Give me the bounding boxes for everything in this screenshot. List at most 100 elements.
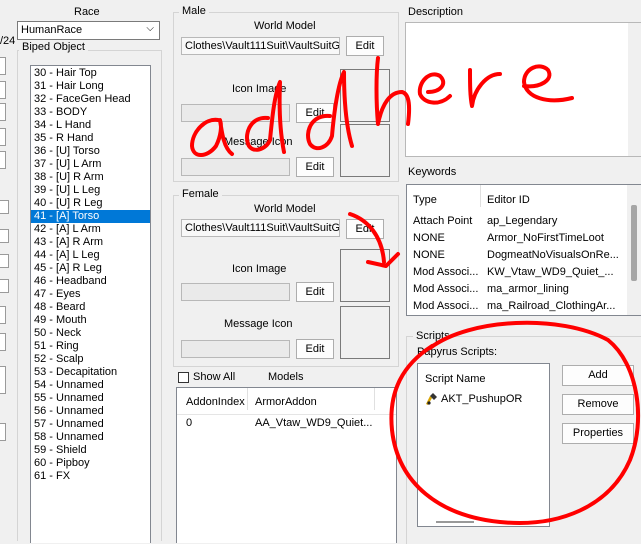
- cutoff-field[interactable]: [0, 81, 6, 99]
- keyword-editor-id: ma_Railroad_ClothingAr...: [487, 300, 616, 312]
- keywords-col-editor-id[interactable]: Editor ID: [487, 194, 530, 206]
- male-message-icon-edit-button[interactable]: Edit: [296, 157, 334, 177]
- biped-list-item[interactable]: 38 - [U] R Arm: [31, 171, 150, 184]
- cutoff-checkbox[interactable]: [0, 200, 9, 214]
- biped-list-item[interactable]: 46 - Headband: [31, 275, 150, 288]
- description-label: Description: [408, 6, 464, 18]
- male-message-icon-field[interactable]: [181, 158, 290, 176]
- models-col-addon-index[interactable]: AddonIndex: [186, 396, 245, 408]
- biped-list-item[interactable]: 30 - Hair Top: [31, 67, 150, 80]
- biped-list-item[interactable]: 56 - Unnamed: [31, 405, 150, 418]
- biped-list-item[interactable]: 40 - [U] R Leg: [31, 197, 150, 210]
- biped-list-item[interactable]: 57 - Unnamed: [31, 418, 150, 431]
- keyword-type: Mod Associ...: [413, 283, 479, 295]
- biped-list-item[interactable]: 61 - FX: [31, 470, 150, 483]
- models-col-armor-addon[interactable]: ArmorAddon: [255, 396, 317, 408]
- table-row[interactable]: 0 AA_Vtaw_WD9_Quiet...: [177, 415, 396, 432]
- biped-list-item[interactable]: 37 - [U] L Arm: [31, 158, 150, 171]
- biped-list-item[interactable]: 43 - [A] R Arm: [31, 236, 150, 249]
- biped-list-item[interactable]: 50 - Neck: [31, 327, 150, 340]
- female-icon-image-edit-button[interactable]: Edit: [296, 282, 334, 302]
- cutoff-field[interactable]: [0, 151, 6, 169]
- cutoff-field[interactable]: [0, 366, 6, 394]
- male-title: Male: [179, 5, 209, 17]
- male-world-model-field[interactable]: Clothes\Vault111Suit\VaultSuitG: [181, 37, 340, 55]
- models-table[interactable]: AddonIndex ArmorAddon 0 AA_Vtaw_WD9_Quie…: [176, 387, 397, 543]
- cutoff-field[interactable]: [0, 306, 6, 324]
- biped-list-item[interactable]: 60 - Pipboy: [31, 457, 150, 470]
- chevron-down-icon: ⌵: [146, 23, 154, 34]
- biped-list-item[interactable]: 31 - Hair Long: [31, 80, 150, 93]
- female-message-icon-field[interactable]: [181, 340, 290, 358]
- female-message-icon-preview: [340, 306, 390, 359]
- biped-list-item[interactable]: 33 - BODY: [31, 106, 150, 119]
- cutoff-field[interactable]: [0, 57, 6, 75]
- female-message-icon-edit-button[interactable]: Edit: [296, 339, 334, 359]
- models-title: Models: [268, 371, 304, 383]
- biped-list-item[interactable]: 32 - FaceGen Head: [31, 93, 150, 106]
- partial-label: /24: [0, 35, 16, 47]
- keywords-header: Type Editor ID: [407, 185, 627, 207]
- keyword-row[interactable]: Mod Associ... ma_armor_lining: [407, 281, 627, 298]
- keyword-type: Attach Point: [413, 215, 473, 227]
- cutoff-field[interactable]: [0, 103, 6, 121]
- description-scrollbar[interactable]: [628, 23, 641, 156]
- cutoff-checkbox[interactable]: [0, 229, 9, 243]
- biped-list-item[interactable]: 53 - Decapitation: [31, 366, 150, 379]
- male-icon-image-edit-button[interactable]: Edit: [296, 103, 334, 123]
- biped-list-item[interactable]: 55 - Unnamed: [31, 392, 150, 405]
- keyword-row[interactable]: Attach Point ap_Legendary: [407, 213, 627, 230]
- male-icon-image-preview: [340, 69, 390, 122]
- biped-list-item[interactable]: 54 - Unnamed: [31, 379, 150, 392]
- biped-list-item[interactable]: 48 - Beard: [31, 301, 150, 314]
- models-cell-index: 0: [186, 417, 193, 429]
- keyword-row[interactable]: Mod Associ... KW_Vtaw_WD9_Quiet_...: [407, 264, 627, 281]
- keywords-list[interactable]: Type Editor ID Attach Point ap_Legendary N…: [406, 184, 641, 316]
- script-icon: [426, 393, 437, 405]
- cutoff-field[interactable]: [0, 423, 6, 441]
- biped-list-item[interactable]: 41 - [A] Torso: [31, 210, 150, 223]
- keyword-row[interactable]: NONE Armor_NoFirstTimeLoot: [407, 230, 627, 247]
- biped-list[interactable]: 30 - Hair Top 31 - Hair Long 32 - FaceGen …: [30, 65, 151, 543]
- scripts-list[interactable]: Script Name AKT_PushupOR: [417, 363, 550, 527]
- list-item[interactable]: AKT_PushupOR: [422, 391, 547, 408]
- keywords-scrollbar[interactable]: [627, 185, 641, 315]
- biped-list-item[interactable]: 44 - [A] L Leg: [31, 249, 150, 262]
- keyword-editor-id: KW_Vtaw_WD9_Quiet_...: [487, 266, 614, 278]
- keyword-editor-id: ma_armor_lining: [487, 283, 569, 295]
- biped-list-item[interactable]: 45 - [A] R Leg: [31, 262, 150, 275]
- keywords-scroll-thumb[interactable]: [631, 205, 637, 281]
- keywords-col-type[interactable]: Type: [413, 194, 437, 206]
- show-all-checkbox[interactable]: [178, 372, 189, 383]
- scripts-col-name[interactable]: Script Name: [425, 373, 486, 385]
- biped-list-item[interactable]: 52 - Scalp: [31, 353, 150, 366]
- remove-script-button[interactable]: Remove: [562, 394, 634, 415]
- keyword-row[interactable]: Mod Associ... ma_Railroad_ClothingAr...: [407, 298, 627, 315]
- add-script-button[interactable]: Add: [562, 365, 634, 386]
- scripts-hscroll-thumb[interactable]: [436, 521, 474, 523]
- biped-list-item[interactable]: 34 - L Hand: [31, 119, 150, 132]
- male-icon-image-field[interactable]: [181, 104, 290, 122]
- cutoff-checkbox[interactable]: [0, 279, 9, 293]
- biped-list-item[interactable]: 58 - Unnamed: [31, 431, 150, 444]
- biped-list-item[interactable]: 47 - Eyes: [31, 288, 150, 301]
- show-all-label: Show All: [193, 371, 236, 383]
- female-icon-image-field[interactable]: [181, 283, 290, 301]
- biped-list-item[interactable]: 36 - [U] Torso: [31, 145, 150, 158]
- biped-list-item[interactable]: 49 - Mouth: [31, 314, 150, 327]
- description-textarea[interactable]: [405, 22, 641, 157]
- male-world-model-edit-button[interactable]: Edit: [346, 36, 384, 56]
- properties-button[interactable]: Properties: [562, 423, 634, 444]
- biped-list-item[interactable]: 51 - Ring: [31, 340, 150, 353]
- keyword-row[interactable]: NONE DogmeatNoVisualsOnRe...: [407, 247, 627, 264]
- biped-list-item[interactable]: 35 - R Hand: [31, 132, 150, 145]
- biped-list-item[interactable]: 59 - Shield: [31, 444, 150, 457]
- female-world-model-edit-button[interactable]: Edit: [346, 219, 384, 239]
- biped-list-item[interactable]: 42 - [A] L Arm: [31, 223, 150, 236]
- cutoff-field[interactable]: [0, 128, 6, 146]
- cutoff-field[interactable]: [0, 333, 6, 351]
- race-dropdown[interactable]: HumanRace ⌵: [17, 21, 160, 40]
- cutoff-checkbox[interactable]: [0, 254, 9, 268]
- biped-list-item[interactable]: 39 - [U] L Leg: [31, 184, 150, 197]
- female-world-model-field[interactable]: Clothes\Vault111Suit\VaultSuitG: [181, 219, 340, 237]
